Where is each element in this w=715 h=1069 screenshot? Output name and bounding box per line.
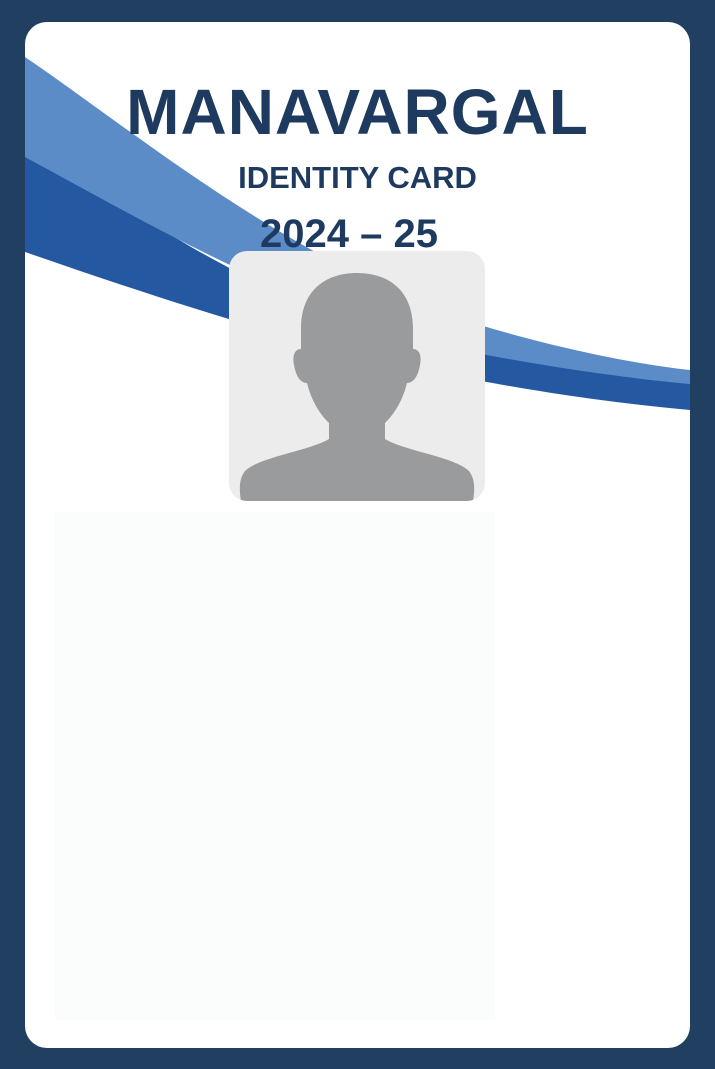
card-type-label: IDENTITY CARD <box>238 160 477 195</box>
person-silhouette-icon <box>239 273 475 501</box>
academic-year-label: 2024 – 25 <box>260 212 438 256</box>
details-area <box>55 512 495 1020</box>
id-card-frame: MANAVARGAL IDENTITY CARD 2024 – 25 <box>0 0 715 1069</box>
organization-title: MANAVARGAL <box>126 76 589 148</box>
id-card: MANAVARGAL IDENTITY CARD 2024 – 25 <box>25 22 690 1048</box>
photo-placeholder <box>229 251 485 501</box>
